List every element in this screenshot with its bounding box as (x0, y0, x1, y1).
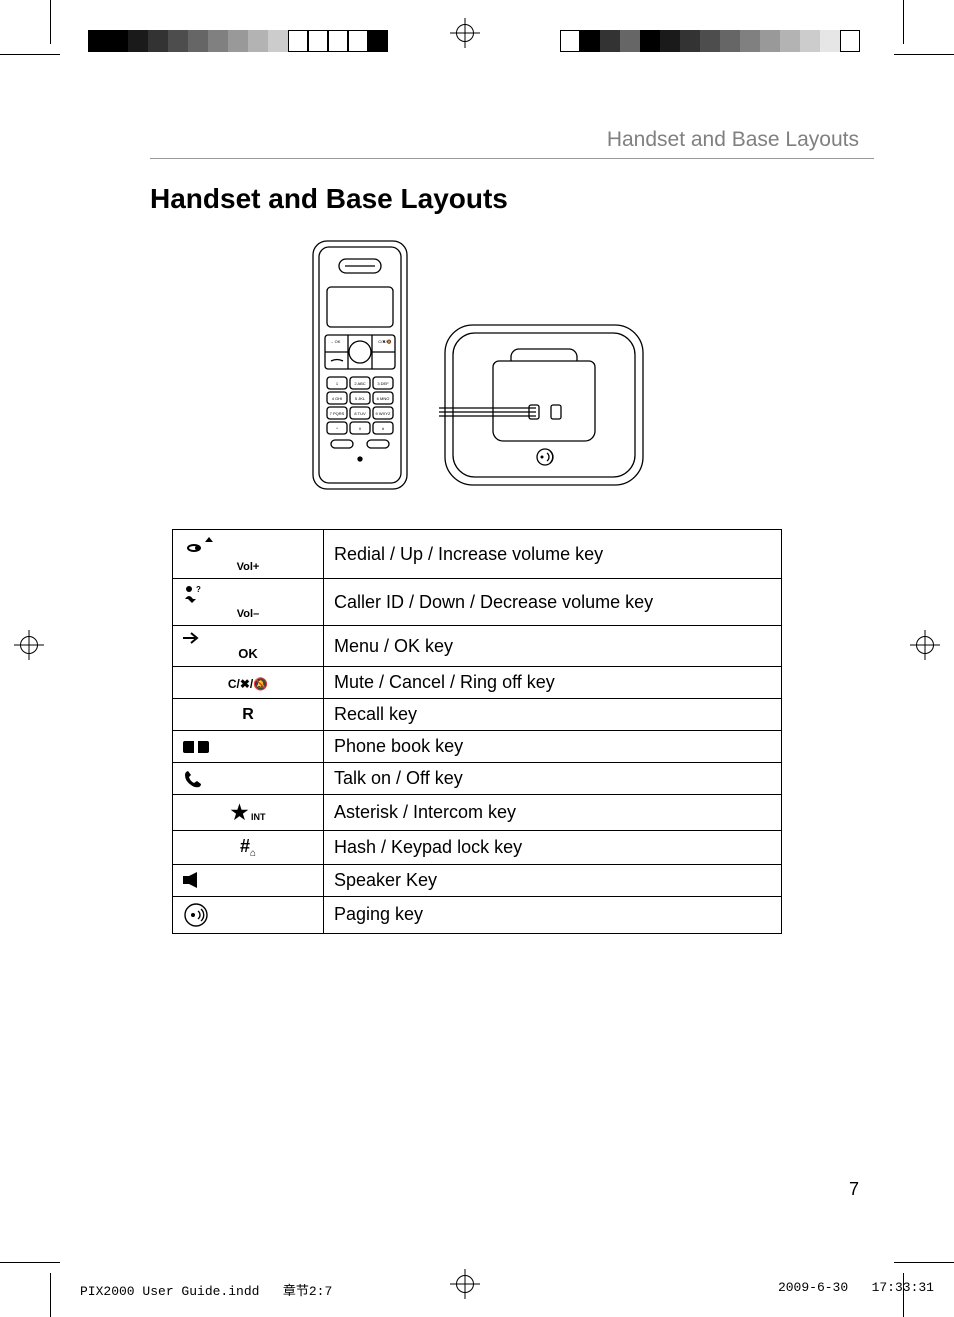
desc-paging: Paging key (324, 896, 782, 933)
svg-text:9 WXYZ: 9 WXYZ (376, 411, 391, 416)
page-title: Handset and Base Layouts (150, 183, 874, 215)
symbol-recall: R (173, 699, 324, 731)
desc-speaker: Speaker Key (324, 864, 782, 896)
desc-phonebook: Phone book key (324, 731, 782, 763)
desc-cancel: Mute / Cancel / Ring off key (324, 667, 782, 699)
svg-text:C/✖/🔕: C/✖/🔕 (378, 339, 391, 344)
symbol-menu-ok: OK (173, 626, 324, 667)
page-content: Handset and Base Layouts Handset and Bas… (80, 80, 874, 1230)
key-legend-table: Vol+ Redial / Up / Increase volume key ?… (172, 529, 782, 934)
svg-text:#: # (382, 426, 385, 431)
symbol-talk (173, 763, 324, 795)
symbol-redial-up: Vol+ (173, 530, 324, 579)
desc-hash: Hash / Keypad lock key (324, 831, 782, 865)
symbol-phonebook (173, 731, 324, 763)
svg-text:2 ABC: 2 ABC (354, 381, 365, 386)
symbol-paging (173, 896, 324, 933)
desc-recall: Recall key (324, 699, 782, 731)
desc-menu-ok: Menu / OK key (324, 626, 782, 667)
symbol-hash: #⌂ (173, 831, 324, 865)
svg-text:?: ? (196, 585, 201, 594)
svg-text:4 GHI: 4 GHI (332, 396, 342, 401)
base-illustration (439, 319, 649, 499)
desc-asterisk: Asterisk / Intercom key (324, 795, 782, 831)
symbol-asterisk: ★ INT (173, 795, 324, 831)
desc-callerid-down: Caller ID / Down / Decrease volume key (324, 579, 782, 626)
desc-talk: Talk on / Off key (324, 763, 782, 795)
symbol-callerid-down: ? Vol– (173, 579, 324, 626)
svg-text:*: * (336, 426, 338, 431)
page-number: 7 (849, 1179, 859, 1200)
symbol-cancel: C/✖/🔕 (173, 667, 324, 699)
device-illustrations: 1 2 ABC 3 DEF 4 GHI 5 JKL 6 MNO 7 PQRS 8 TUV 9… (80, 239, 874, 499)
svg-text:3 DEF: 3 DEF (377, 381, 389, 386)
svg-text:1: 1 (336, 381, 339, 386)
handset-illustration: 1 2 ABC 3 DEF 4 GHI 5 JKL 6 MNO 7 PQRS 8 TUV 9… (305, 239, 415, 499)
symbol-speaker (173, 864, 324, 896)
svg-text:6 MNO: 6 MNO (377, 396, 390, 401)
svg-text:8 TUV: 8 TUV (354, 411, 366, 416)
svg-text:5 JKL: 5 JKL (355, 396, 366, 401)
svg-text:7 PQRS: 7 PQRS (330, 411, 345, 416)
svg-text:→ OK: → OK (330, 339, 341, 344)
slug-line: PIX2000 User Guide.indd 章节2:7 2009-6-30 … (80, 1280, 934, 1299)
svg-text:0: 0 (359, 426, 362, 431)
running-head: Handset and Base Layouts (150, 128, 874, 159)
desc-redial-up: Redial / Up / Increase volume key (324, 530, 782, 579)
